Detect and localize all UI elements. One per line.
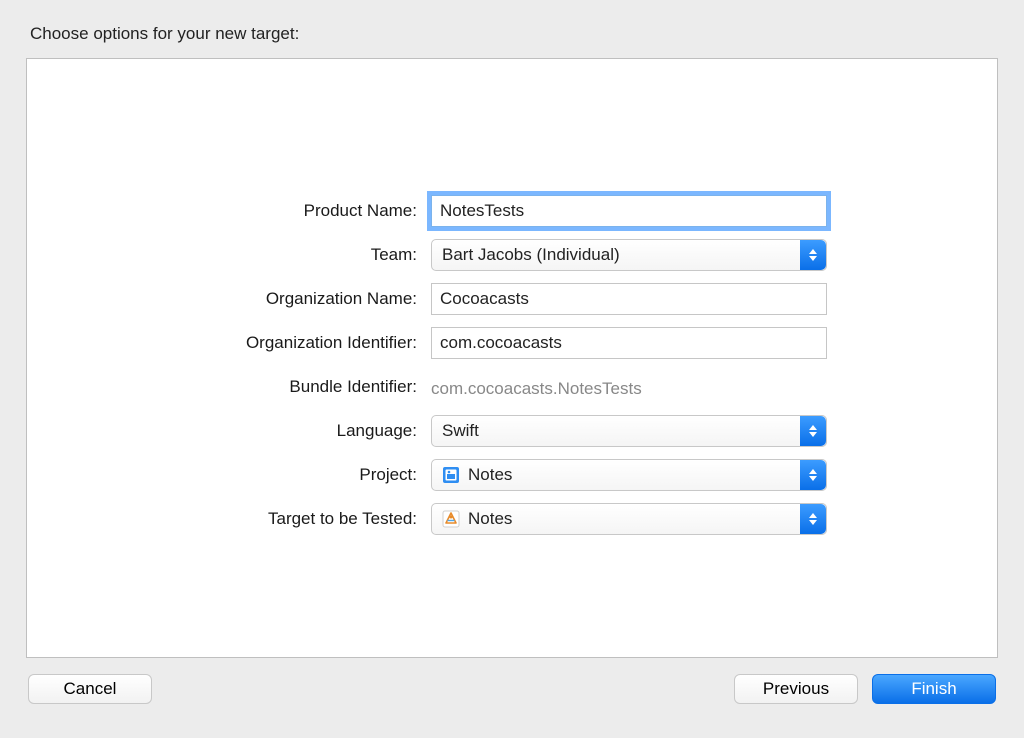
footer-bar: Cancel Previous Finish bbox=[26, 674, 998, 704]
stepper-icon bbox=[800, 240, 826, 270]
cancel-button[interactable]: Cancel bbox=[28, 674, 152, 704]
app-target-icon bbox=[442, 510, 460, 528]
stepper-icon bbox=[800, 460, 826, 490]
options-form: Product Name: Team: Bart Jacobs (Individ… bbox=[27, 195, 997, 535]
org-identifier-input[interactable] bbox=[431, 327, 827, 359]
options-panel: Product Name: Team: Bart Jacobs (Individ… bbox=[26, 58, 998, 658]
org-identifier-label: Organization Identifier: bbox=[27, 333, 417, 353]
bundle-identifier-value: com.cocoacasts.NotesTests bbox=[431, 371, 827, 403]
bundle-identifier-label: Bundle Identifier: bbox=[27, 377, 417, 397]
project-select-value: Notes bbox=[468, 465, 512, 485]
language-select-value: Swift bbox=[442, 421, 479, 441]
target-select-value: Notes bbox=[468, 509, 512, 529]
team-label: Team: bbox=[27, 245, 417, 265]
product-name-label: Product Name: bbox=[27, 201, 417, 221]
stepper-icon bbox=[800, 504, 826, 534]
team-select[interactable]: Bart Jacobs (Individual) bbox=[431, 239, 827, 271]
finish-button[interactable]: Finish bbox=[872, 674, 996, 704]
page-title: Choose options for your new target: bbox=[30, 24, 998, 44]
team-select-value: Bart Jacobs (Individual) bbox=[442, 245, 620, 265]
org-name-input[interactable] bbox=[431, 283, 827, 315]
stepper-icon bbox=[800, 416, 826, 446]
target-label: Target to be Tested: bbox=[27, 509, 417, 529]
xcode-project-icon bbox=[442, 466, 460, 484]
language-select[interactable]: Swift bbox=[431, 415, 827, 447]
target-select[interactable]: Notes bbox=[431, 503, 827, 535]
org-name-label: Organization Name: bbox=[27, 289, 417, 309]
previous-button[interactable]: Previous bbox=[734, 674, 858, 704]
product-name-input[interactable] bbox=[431, 195, 827, 227]
project-select[interactable]: Notes bbox=[431, 459, 827, 491]
language-label: Language: bbox=[27, 421, 417, 441]
project-label: Project: bbox=[27, 465, 417, 485]
